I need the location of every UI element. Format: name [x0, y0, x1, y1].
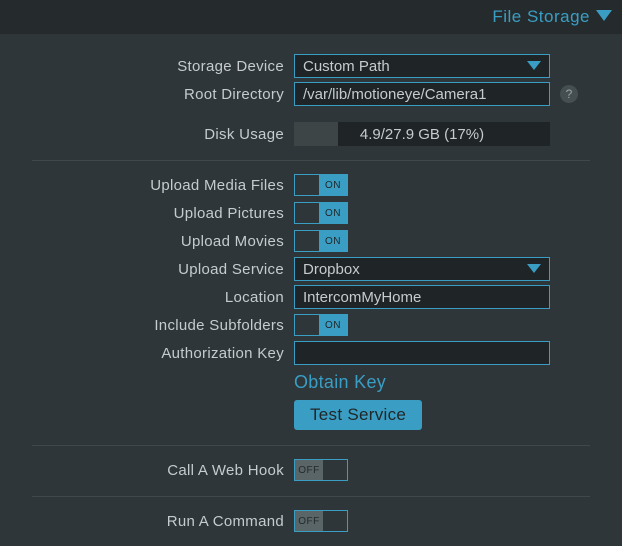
location-label: Location — [32, 289, 294, 306]
toggle-off-text: OFF — [295, 460, 323, 480]
test-service-button[interactable]: Test Service — [294, 400, 422, 430]
toggle-off-text: OFF — [295, 511, 323, 531]
upload-media-label: Upload Media Files — [32, 177, 294, 194]
auth-key-input[interactable] — [294, 341, 550, 365]
upload-movies-toggle[interactable]: ON — [294, 230, 348, 252]
run-command-label: Run A Command — [32, 513, 294, 530]
settings-panel: Storage Device Custom Path Root Director… — [0, 34, 622, 545]
root-directory-input[interactable] — [294, 82, 550, 106]
include-subfolders-toggle[interactable]: ON — [294, 314, 348, 336]
auth-key-label: Authorization Key — [32, 345, 294, 362]
upload-service-value: Dropbox — [303, 261, 360, 278]
separator — [32, 160, 590, 161]
upload-movies-label: Upload Movies — [32, 233, 294, 250]
section-header[interactable]: File Storage — [0, 0, 622, 34]
web-hook-toggle[interactable]: OFF — [294, 459, 348, 481]
toggle-on-text: ON — [319, 231, 347, 251]
web-hook-label: Call A Web Hook — [32, 462, 294, 479]
disk-usage-text: 4.9/27.9 GB (17%) — [294, 126, 550, 143]
section-title: File Storage — [492, 7, 590, 27]
root-directory-label: Root Directory — [32, 86, 294, 103]
separator — [32, 496, 590, 497]
toggle-on-text: ON — [319, 175, 347, 195]
disk-usage-bar: 4.9/27.9 GB (17%) — [294, 122, 550, 146]
upload-pictures-toggle[interactable]: ON — [294, 202, 348, 224]
storage-device-label: Storage Device — [32, 58, 294, 75]
include-subfolders-label: Include Subfolders — [32, 317, 294, 334]
help-icon[interactable]: ? — [560, 85, 578, 103]
obtain-key-link[interactable]: Obtain Key — [294, 372, 386, 392]
separator — [32, 445, 590, 446]
storage-device-select[interactable]: Custom Path — [294, 54, 550, 78]
upload-service-label: Upload Service — [32, 261, 294, 278]
location-input[interactable] — [294, 285, 550, 309]
chevron-down-icon — [527, 261, 541, 278]
upload-media-toggle[interactable]: ON — [294, 174, 348, 196]
disk-usage-label: Disk Usage — [32, 126, 294, 143]
chevron-down-icon — [596, 7, 612, 27]
chevron-down-icon — [527, 58, 541, 75]
toggle-on-text: ON — [319, 203, 347, 223]
run-command-toggle[interactable]: OFF — [294, 510, 348, 532]
upload-service-select[interactable]: Dropbox — [294, 257, 550, 281]
storage-device-value: Custom Path — [303, 58, 390, 75]
toggle-on-text: ON — [319, 315, 347, 335]
upload-pictures-label: Upload Pictures — [32, 205, 294, 222]
